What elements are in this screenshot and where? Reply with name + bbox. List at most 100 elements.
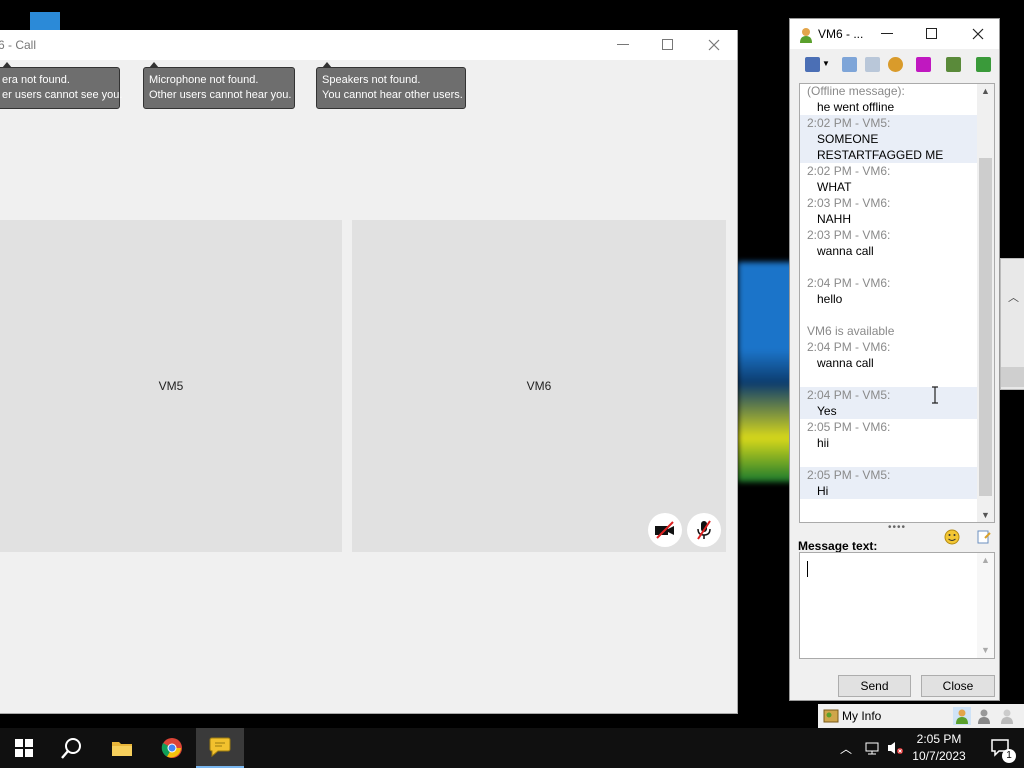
info-icon[interactable] xyxy=(865,57,880,72)
minimize-icon xyxy=(617,44,629,45)
send-file-icon[interactable] xyxy=(805,57,820,72)
maximize-icon xyxy=(926,28,937,39)
message-body: NAHH xyxy=(817,212,852,226)
chat-message: 2:04 PM - VM6: hello xyxy=(800,275,978,307)
chat-message: 2:04 PM - VM5: Yes xyxy=(800,387,978,419)
chat-message: 2:03 PM - VM6: wanna call xyxy=(800,227,978,259)
call-window-title: 6 - Call xyxy=(0,38,37,52)
microphone-off-button[interactable] xyxy=(687,513,721,547)
message-body: wanna call xyxy=(817,356,874,370)
settings-icon[interactable] xyxy=(888,57,903,72)
clock-date: 10/7/2023 xyxy=(912,749,966,763)
chrome-button[interactable] xyxy=(148,728,196,768)
chrome-icon xyxy=(161,738,182,758)
chat-minimize-button[interactable] xyxy=(864,19,910,49)
start-button[interactable] xyxy=(0,728,48,768)
close-icon xyxy=(708,39,720,51)
network-icon xyxy=(865,742,879,755)
file-explorer-button[interactable] xyxy=(98,728,146,768)
history-icon[interactable] xyxy=(842,57,857,72)
camera-not-found-tooltip: era not found. er users cannot see you. xyxy=(0,62,123,109)
chat-window: VM6 - ... ▼ (Offline message): he went of… xyxy=(789,18,1000,701)
search-icon xyxy=(61,738,81,759)
desktop-icon[interactable] xyxy=(30,12,60,32)
speakers-not-found-tooltip: Speakers not found. You cannot hear othe… xyxy=(316,62,466,109)
message-body: wanna call xyxy=(817,244,874,258)
message-header: 2:03 PM - VM6: xyxy=(807,196,891,210)
system-clock[interactable]: 2:05 PM 10/7/2023 xyxy=(906,731,972,765)
background-window-edge: ︿ xyxy=(1000,258,1024,390)
camera-off-icon xyxy=(655,521,674,539)
chat-window-titlebar[interactable]: VM6 - ... xyxy=(790,19,999,49)
message-header: (Offline message): xyxy=(807,84,905,98)
notifications-button[interactable]: 1 xyxy=(978,728,1024,768)
tooltip-line: Speakers not found. xyxy=(322,74,421,86)
message-body: hii xyxy=(817,436,830,450)
message-body: SOMEONE xyxy=(817,132,879,146)
close-chat-button[interactable]: Close xyxy=(921,675,995,697)
chat-message: 2:05 PM - VM6: hii xyxy=(800,419,978,451)
call-window-titlebar[interactable]: 6 - Call xyxy=(0,30,737,60)
tooltip-line: Microphone not found. xyxy=(149,74,259,86)
call-window: 6 - Call era not found. er users cannot … xyxy=(0,30,738,714)
input-scrollbar[interactable]: ▲ ▼ xyxy=(977,553,994,658)
message-header: 2:04 PM - VM6: xyxy=(807,340,891,354)
folder-icon xyxy=(112,742,132,756)
status-away-icon xyxy=(978,709,990,724)
exit-icon[interactable] xyxy=(976,57,991,72)
camera-off-button[interactable] xyxy=(648,513,682,547)
video-tile-vm5[interactable]: VM5 xyxy=(0,220,342,552)
scroll-up-icon[interactable]: ▲ xyxy=(981,86,990,96)
close-icon xyxy=(972,28,984,40)
scrollbar-thumb[interactable] xyxy=(979,158,992,496)
chevron-up-icon[interactable]: ︿ xyxy=(840,740,852,757)
my-info-label[interactable]: My Info xyxy=(842,709,881,723)
message-header: 2:05 PM - VM5: xyxy=(807,468,891,482)
status-offline-icon xyxy=(1001,709,1013,724)
chat-message: 2:04 PM - VM6: wanna call xyxy=(800,339,978,371)
send-button[interactable]: Send xyxy=(838,675,911,697)
chat-window-title: VM6 - ... xyxy=(818,27,864,41)
message-list: (Offline message): he went offline 2:02 PM… xyxy=(800,84,978,499)
messenger-chat-icon xyxy=(209,737,231,758)
scroll-up-icon[interactable]: ▲ xyxy=(981,555,990,565)
chat-message: (Offline message): he went offline xyxy=(800,84,978,115)
messenger-button[interactable] xyxy=(196,728,244,768)
message-body: hello xyxy=(817,292,843,306)
search-button[interactable] xyxy=(48,728,96,768)
message-input[interactable]: ▲ ▼ xyxy=(799,552,995,659)
maximize-icon xyxy=(662,39,673,50)
chat-message: 2:03 PM - VM6: NAHH xyxy=(800,195,978,227)
clock-time: 2:05 PM xyxy=(916,732,962,746)
scroll-down-icon[interactable]: ▼ xyxy=(981,645,990,655)
text-caret xyxy=(807,561,808,577)
chat-maximize-button[interactable] xyxy=(909,19,955,49)
resize-grip[interactable]: •••• xyxy=(888,522,906,533)
chat-message: 2:02 PM - VM6: WHAT xyxy=(800,163,978,195)
message-header: 2:02 PM - VM6: xyxy=(807,164,891,178)
messenger-status-strip: My Info xyxy=(818,704,1024,728)
history-scrollbar[interactable]: ▲ ▼ xyxy=(977,84,994,522)
chat-close-button[interactable] xyxy=(955,19,1001,49)
message-body: WHAT xyxy=(817,180,852,194)
message-header: 2:04 PM - VM6: xyxy=(807,276,891,290)
message-header: VM6 is available xyxy=(807,324,895,338)
tooltip-line: Other users cannot hear you. xyxy=(149,89,292,101)
message-history[interactable]: (Offline message): he went offline 2:02 PM… xyxy=(799,83,995,523)
tooltip-line: er users cannot see you. xyxy=(2,89,123,101)
video-call-icon[interactable] xyxy=(916,57,931,72)
format-text-icon xyxy=(977,530,991,544)
message-body: he went offline xyxy=(817,100,895,114)
maximize-button[interactable] xyxy=(645,30,691,60)
video-tile-vm6[interactable]: VM6 xyxy=(352,220,726,552)
chevron-down-icon[interactable]: ▼ xyxy=(822,59,830,68)
participant-name: VM6 xyxy=(526,379,552,393)
emoticon-icon xyxy=(944,529,960,545)
chat-message: VM6 is available xyxy=(800,323,978,339)
chat-message: 2:02 PM - VM5: SOMEONE RESTARTFAGGED ME xyxy=(800,115,978,163)
add-contact-icon[interactable] xyxy=(946,57,961,72)
minimize-button[interactable] xyxy=(600,30,646,60)
scroll-down-icon[interactable]: ▼ xyxy=(981,510,990,520)
message-body: Hi xyxy=(817,484,829,498)
close-button[interactable] xyxy=(691,30,737,60)
